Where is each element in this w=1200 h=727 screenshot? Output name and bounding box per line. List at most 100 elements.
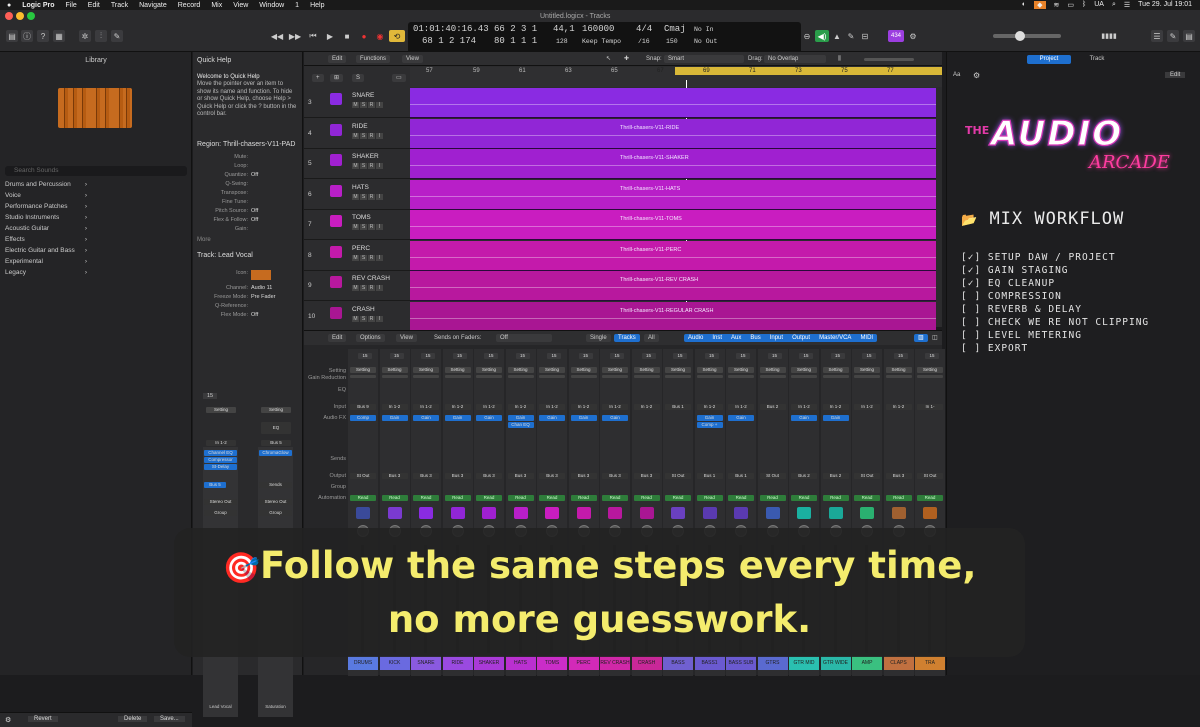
master-volume-knob[interactable] xyxy=(1015,31,1025,41)
channel-name[interactable]: CRASH xyxy=(631,656,662,670)
track-count-badge[interactable]: 434 xyxy=(888,30,904,42)
region-row[interactable]: Q-Swing: xyxy=(197,181,299,187)
smart-controls-button[interactable]: ✲ xyxy=(79,30,91,42)
audio-region[interactable] xyxy=(410,88,936,118)
mixer-button[interactable]: ⫶ xyxy=(95,30,107,42)
fast-forward-button[interactable]: ▶▶ xyxy=(288,30,302,42)
audio-fx-slot[interactable]: Comp + xyxy=(696,422,723,428)
audio-fx-slot[interactable]: ChromaGlow xyxy=(259,450,292,456)
setting-button[interactable]: Setting xyxy=(570,367,597,373)
mixer-layout-icon[interactable]: ◫ xyxy=(928,334,942,342)
channel-name[interactable]: TOMS xyxy=(537,656,567,670)
channel-name[interactable]: PERC xyxy=(568,656,599,670)
channel-icon[interactable] xyxy=(734,507,748,519)
notepad-button[interactable]: ✎ xyxy=(1167,30,1179,42)
setting-button[interactable]: Setting xyxy=(917,367,943,373)
library-category[interactable]: Electric Guitar and Bass › xyxy=(5,247,87,254)
audio-fx-slot[interactable]: Gain xyxy=(791,415,817,421)
checklist-item[interactable]: [ ] COMPRESSION xyxy=(961,291,1062,302)
filter-audio[interactable]: Audio xyxy=(684,334,707,342)
channel-level-badge[interactable]: 15 xyxy=(736,353,750,359)
setting-button[interactable]: Setting xyxy=(261,407,291,413)
track-header[interactable]: 8 PERC M S R I xyxy=(304,240,410,271)
output-slot[interactable]: Bus 2 xyxy=(822,473,849,479)
save-button[interactable]: Save... xyxy=(154,716,185,722)
input-slot[interactable]: In 1-2 xyxy=(885,404,912,410)
gear-icon[interactable]: ⚙ xyxy=(908,30,918,42)
cycle-region[interactable] xyxy=(675,67,942,75)
close-window-button[interactable] xyxy=(5,12,13,20)
input-monitor-button[interactable]: I xyxy=(376,315,383,322)
mixer-options-menu[interactable]: Options xyxy=(356,334,385,342)
audio-fx-slot[interactable]: Gain xyxy=(602,415,628,421)
minimize-window-button[interactable] xyxy=(16,12,24,20)
solo-button[interactable]: S xyxy=(360,193,367,200)
solo-button[interactable]: S xyxy=(360,163,367,169)
track-header[interactable]: 4 RIDE M S R I xyxy=(304,118,410,149)
setting-button[interactable]: Setting xyxy=(633,367,660,373)
input-monitor-button[interactable]: I xyxy=(376,102,383,108)
filter-bus[interactable]: Bus xyxy=(746,334,764,342)
track-name[interactable]: SNARE xyxy=(352,92,374,99)
track-name[interactable]: TOMS xyxy=(352,214,371,221)
track-header[interactable]: 7 TOMS M S R I xyxy=(304,210,410,240)
mixer-view-menu[interactable]: View xyxy=(396,334,417,342)
checklist-item[interactable]: [ ] LEVEL METERING xyxy=(961,330,1082,341)
solo-header-button[interactable]: S xyxy=(352,74,365,82)
output-slot[interactable]: Bus 3 xyxy=(570,473,597,479)
menu-logic-pro[interactable]: Logic Pro xyxy=(22,2,54,9)
input-slot[interactable]: In 1-2 xyxy=(696,404,723,410)
go-to-beginning-button[interactable]: ⏮ xyxy=(306,30,320,42)
output-slot[interactable]: Bus 3 xyxy=(381,473,408,479)
channel-icon[interactable] xyxy=(513,507,528,519)
checklist-item[interactable]: [ ] REVERB & DELAY xyxy=(961,304,1082,315)
output-slot[interactable]: Bus 2 xyxy=(791,473,817,479)
list-editors-button[interactable]: ☰ xyxy=(1151,30,1163,42)
stop-button[interactable]: ■ xyxy=(340,30,354,42)
menu-record[interactable]: Record xyxy=(178,2,201,9)
bluetooth-icon[interactable]: ᛒ xyxy=(1082,1,1086,9)
output-slot[interactable]: Bus 1 xyxy=(728,473,754,479)
channel-level-badge[interactable]: 15 xyxy=(421,353,435,359)
input-monitor-button[interactable]: I xyxy=(376,163,383,169)
solo-button[interactable]: S xyxy=(360,132,367,139)
inspector-button[interactable]: ⓘ xyxy=(21,30,33,42)
group-slot[interactable]: Group xyxy=(204,510,237,516)
more-disclosure[interactable]: More xyxy=(197,237,297,245)
setting-button[interactable]: Setting xyxy=(507,367,534,373)
wrench-icon[interactable]: ✎ xyxy=(846,30,856,42)
channel-icon[interactable] xyxy=(450,507,465,519)
revert-button[interactable]: Revert xyxy=(28,716,58,722)
input-slot[interactable]: In 1-2 xyxy=(791,404,817,410)
library-category[interactable]: Acoustic Guitar › xyxy=(5,225,87,232)
channel-name[interactable]: GTRS xyxy=(757,656,788,670)
channel-icon[interactable] xyxy=(860,507,874,519)
input-slot[interactable]: In 1- xyxy=(917,404,943,410)
menu-track[interactable]: Track xyxy=(111,2,128,9)
automation-mode[interactable]: Read xyxy=(854,495,880,501)
filter-midi[interactable]: MIDI xyxy=(856,334,877,342)
channel-name[interactable]: AMP xyxy=(852,656,882,670)
mute-button[interactable]: M xyxy=(352,254,359,261)
channel-name[interactable]: KICK xyxy=(379,656,410,670)
track-row[interactable]: Channel: Audio 11 xyxy=(197,285,299,291)
setting-button[interactable]: Setting xyxy=(885,367,912,373)
notes-edit-button[interactable]: Edit xyxy=(1165,72,1186,78)
mute-button[interactable]: M xyxy=(352,315,359,322)
library-category[interactable]: Effects › xyxy=(5,236,87,243)
input-language[interactable]: UA xyxy=(1094,1,1104,9)
track-name[interactable]: PERC xyxy=(352,245,370,252)
setting-button[interactable]: Setting xyxy=(413,367,439,373)
input-slot[interactable]: In 1-2 xyxy=(476,404,502,410)
channel-name[interactable]: BASS xyxy=(663,656,693,670)
output-slot[interactable]: Bus 3 xyxy=(444,473,471,479)
track-header[interactable]: 3 SNARE M S R I xyxy=(304,88,410,118)
menu-view[interactable]: View xyxy=(233,2,248,9)
automation-mode[interactable]: Read xyxy=(507,495,534,501)
audio-fx-slot[interactable]: Gain xyxy=(570,415,597,421)
setting-button[interactable]: Setting xyxy=(822,367,849,373)
track-icon[interactable] xyxy=(330,93,342,105)
channel-icon[interactable] xyxy=(545,507,559,519)
output-slot[interactable]: St Out xyxy=(350,473,376,479)
automation-mode[interactable]: Read xyxy=(602,495,628,501)
